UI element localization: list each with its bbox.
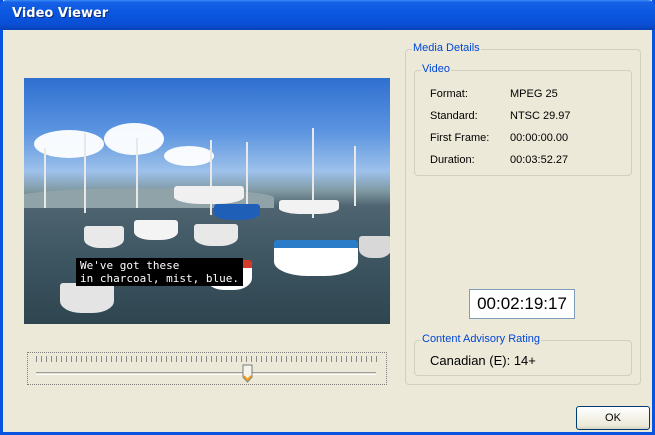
boat-mast xyxy=(246,142,248,212)
format-value: MPEG 25 xyxy=(510,88,558,100)
standard-value: NTSC 29.97 xyxy=(510,110,571,122)
slider-track[interactable] xyxy=(36,372,376,375)
video-frame[interactable]: We've got these in charcoal, mist, blue. xyxy=(24,78,390,324)
boat xyxy=(359,236,390,258)
boat xyxy=(84,226,124,248)
boat xyxy=(214,204,260,220)
boat xyxy=(194,224,238,246)
boat xyxy=(60,283,114,313)
first-frame-label: First Frame: xyxy=(430,132,490,144)
video-viewer-window: Video Viewer We've got these in charcoal… xyxy=(0,0,655,435)
boat-mast xyxy=(84,133,86,213)
boat-mast xyxy=(354,146,356,206)
media-details-group: Media Details Video Format: MPEG 25 Stan… xyxy=(405,42,641,385)
ok-button[interactable]: OK xyxy=(576,406,650,430)
window-title: Video Viewer xyxy=(12,6,109,21)
standard-label: Standard: xyxy=(430,110,478,122)
slider-thumb[interactable] xyxy=(242,364,253,383)
video-details-group: Video Format: MPEG 25 Standard: NTSC 29.… xyxy=(414,63,632,176)
boat xyxy=(134,220,178,240)
boat xyxy=(279,200,339,214)
first-frame-value: 00:00:00.00 xyxy=(510,132,569,144)
boat-mast xyxy=(44,148,46,208)
duration-value: 00:03:52.27 xyxy=(510,154,569,166)
content-advisory-value: Canadian (E): 14+ xyxy=(430,353,536,368)
boat xyxy=(174,186,244,204)
content-advisory-legend: Content Advisory Rating xyxy=(421,333,542,345)
caption-line-2: in charcoal, mist, blue. xyxy=(80,272,239,285)
format-label: Format: xyxy=(430,88,468,100)
closed-caption: We've got these in charcoal, mist, blue. xyxy=(76,258,243,286)
duration-label: Duration: xyxy=(430,154,475,166)
video-legend: Video xyxy=(421,63,451,75)
cloud-shape xyxy=(164,146,214,166)
seek-slider[interactable] xyxy=(27,352,387,385)
boat xyxy=(274,240,358,276)
boat-mast xyxy=(136,138,138,208)
timecode-display: 00:02:19:17 xyxy=(469,289,575,319)
caption-line-1: We've got these xyxy=(80,259,180,272)
title-bar[interactable]: Video Viewer xyxy=(0,0,655,30)
cloud-shape xyxy=(104,123,164,155)
slider-ticks xyxy=(36,356,378,362)
media-details-legend: Media Details xyxy=(412,42,481,54)
